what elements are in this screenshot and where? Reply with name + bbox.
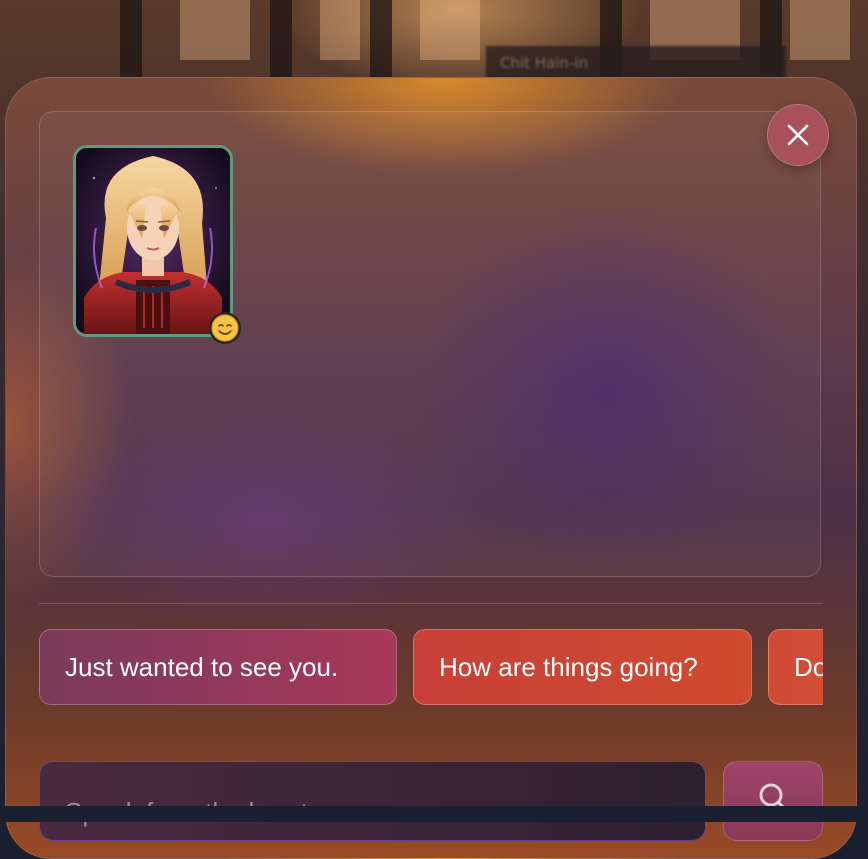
suggestion-chip[interactable]: Do — [768, 629, 823, 705]
suggestion-list: Just wanted to see you. How are things g… — [39, 629, 823, 705]
smiling-face-icon — [211, 314, 239, 342]
background-window — [180, 0, 250, 60]
mood-badge — [209, 312, 241, 344]
bottom-bar — [0, 806, 868, 822]
character-portrait — [73, 145, 233, 337]
suggestion-chip[interactable]: Just wanted to see you. — [39, 629, 397, 705]
background-window — [320, 0, 360, 60]
background-window — [790, 0, 850, 60]
close-button[interactable] — [767, 104, 829, 166]
message-input[interactable] — [39, 761, 706, 841]
chat-panel: Just wanted to see you. How are things g… — [5, 77, 857, 859]
close-icon — [787, 124, 809, 146]
section-divider — [39, 603, 823, 604]
background-sign: Chit Hain-in — [486, 46, 786, 80]
background-window — [420, 0, 480, 60]
suggestion-chip[interactable]: How are things going? — [413, 629, 752, 705]
send-button[interactable] — [723, 761, 823, 841]
character-portrait-image — [76, 148, 230, 334]
